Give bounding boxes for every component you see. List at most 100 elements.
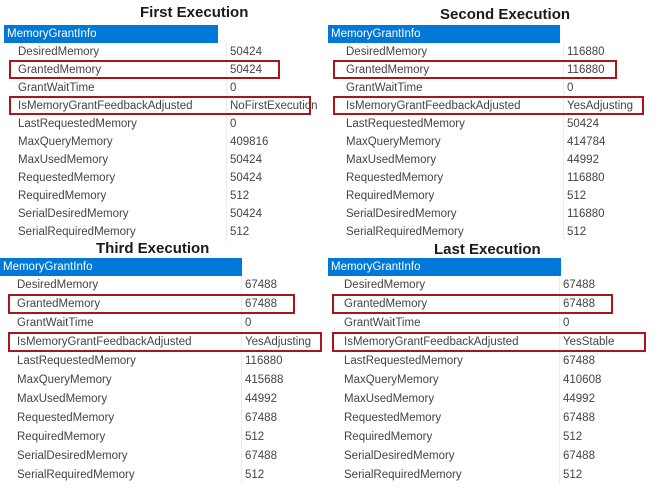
property-name: SerialDesiredMemory xyxy=(17,450,128,462)
panel-title-third: Third Execution xyxy=(96,240,210,257)
property-row-serial-desired-memory[interactable]: SerialDesiredMemory 67488 xyxy=(0,447,324,466)
property-name: DesiredMemory xyxy=(18,46,100,58)
property-value: 67488 xyxy=(559,295,652,314)
property-value: 409816 xyxy=(226,133,324,151)
property-row-desired-memory[interactable]: DesiredMemory 67488 xyxy=(0,276,324,295)
property-row-desired-memory[interactable]: DesiredMemory 50424 xyxy=(4,43,324,61)
property-row-desired-memory[interactable]: DesiredMemory 67488 xyxy=(328,276,652,295)
property-row-grant-wait-time[interactable]: GrantWaitTime 0 xyxy=(4,79,324,97)
property-row-required-memory[interactable]: RequiredMemory 512 xyxy=(328,428,652,447)
property-row-max-used-memory[interactable]: MaxUsedMemory 44992 xyxy=(328,151,648,169)
property-row-granted-memory[interactable]: GrantedMemory 67488 xyxy=(0,295,324,314)
property-name: RequiredMemory xyxy=(18,190,107,202)
property-value: 512 xyxy=(559,428,652,447)
property-name: IsMemoryGrantFeedbackAdjusted xyxy=(346,100,521,112)
property-row-max-query-memory[interactable]: MaxQueryMemory 415688 xyxy=(0,371,324,390)
property-row-requested-memory[interactable]: RequestedMemory 67488 xyxy=(0,409,324,428)
property-name: GrantedMemory xyxy=(344,298,428,310)
property-row-granted-memory[interactable]: GrantedMemory 67488 xyxy=(328,295,652,314)
property-value: 67488 xyxy=(241,447,324,466)
property-value: 67488 xyxy=(559,447,652,466)
property-value: 410608 xyxy=(559,371,652,390)
property-name: IsMemoryGrantFeedbackAdjusted xyxy=(18,100,193,112)
panel-header: MemoryGrantInfo xyxy=(328,25,560,43)
property-value: 512 xyxy=(226,223,324,241)
property-value: 67488 xyxy=(559,352,652,371)
property-value: NoFirstExecution xyxy=(226,97,324,115)
property-row-serial-required-memory[interactable]: SerialRequiredMemory 512 xyxy=(4,223,324,241)
property-row-max-query-memory[interactable]: MaxQueryMemory 410608 xyxy=(328,371,652,390)
property-name: RequestedMemory xyxy=(346,172,444,184)
property-name: LastRequestedMemory xyxy=(18,118,137,130)
property-name: MaxUsedMemory xyxy=(18,154,109,166)
property-value: 512 xyxy=(241,428,324,447)
property-value: YesStable xyxy=(559,333,652,352)
property-name: MaxQueryMemory xyxy=(18,136,113,148)
property-row-serial-required-memory[interactable]: SerialRequiredMemory 512 xyxy=(0,466,324,485)
property-value: 50424 xyxy=(226,205,324,223)
property-row-serial-desired-memory[interactable]: SerialDesiredMemory 50424 xyxy=(4,205,324,223)
property-name: SerialRequiredMemory xyxy=(18,226,136,238)
property-row-max-query-memory[interactable]: MaxQueryMemory 409816 xyxy=(4,133,324,151)
property-value: 512 xyxy=(241,466,324,485)
property-row-granted-memory[interactable]: GrantedMemory 50424 xyxy=(4,61,324,79)
property-row-serial-desired-memory[interactable]: SerialDesiredMemory 116880 xyxy=(328,205,648,223)
property-row-last-requested-memory[interactable]: LastRequestedMemory 50424 xyxy=(328,115,648,133)
property-value: 67488 xyxy=(241,276,324,295)
property-row-granted-memory[interactable]: GrantedMemory 116880 xyxy=(328,61,648,79)
property-value: 67488 xyxy=(241,295,324,314)
property-row-grant-wait-time[interactable]: GrantWaitTime 0 xyxy=(328,314,652,333)
property-value: 44992 xyxy=(563,151,648,169)
property-row-requested-memory[interactable]: RequestedMemory 116880 xyxy=(328,169,648,187)
property-row-is-memory-grant-feedback-adjusted[interactable]: IsMemoryGrantFeedbackAdjusted YesAdjustin… xyxy=(0,333,324,352)
property-name: SerialDesiredMemory xyxy=(344,450,455,462)
property-row-is-memory-grant-feedback-adjusted[interactable]: IsMemoryGrantFeedbackAdjusted YesAdjustin… xyxy=(328,97,648,115)
property-value: 0 xyxy=(559,314,652,333)
property-value: 44992 xyxy=(241,390,324,409)
property-row-last-requested-memory[interactable]: LastRequestedMemory 116880 xyxy=(0,352,324,371)
property-name: MaxUsedMemory xyxy=(344,393,435,405)
property-row-last-requested-memory[interactable]: LastRequestedMemory 0 xyxy=(4,115,324,133)
property-row-requested-memory[interactable]: RequestedMemory 67488 xyxy=(328,409,652,428)
property-row-required-memory[interactable]: RequiredMemory 512 xyxy=(4,187,324,205)
property-row-max-used-memory[interactable]: MaxUsedMemory 44992 xyxy=(0,390,324,409)
property-row-max-used-memory[interactable]: MaxUsedMemory 50424 xyxy=(4,151,324,169)
property-value: 0 xyxy=(241,314,324,333)
property-name: RequiredMemory xyxy=(17,431,106,443)
property-value: 67488 xyxy=(559,276,652,295)
property-name: RequestedMemory xyxy=(17,412,115,424)
property-row-grant-wait-time[interactable]: GrantWaitTime 0 xyxy=(328,79,648,97)
panel-header: MemoryGrantInfo xyxy=(328,258,561,276)
property-row-max-used-memory[interactable]: MaxUsedMemory 44992 xyxy=(328,390,652,409)
property-name: MaxQueryMemory xyxy=(346,136,441,148)
property-value: 116880 xyxy=(563,61,648,79)
property-name: DesiredMemory xyxy=(344,279,426,291)
property-row-grant-wait-time[interactable]: GrantWaitTime 0 xyxy=(0,314,324,333)
memory-grant-panel-third: MemoryGrantInfo DesiredMemory 67488 Granted… xyxy=(0,258,324,486)
property-row-last-requested-memory[interactable]: LastRequestedMemory 67488 xyxy=(328,352,652,371)
property-value: 116880 xyxy=(241,352,324,371)
property-name: GrantedMemory xyxy=(17,298,101,310)
property-row-required-memory[interactable]: RequiredMemory 512 xyxy=(328,187,648,205)
property-name: MaxQueryMemory xyxy=(344,374,439,386)
panel-header: MemoryGrantInfo xyxy=(4,25,218,43)
property-value: 414784 xyxy=(563,133,648,151)
property-name: LastRequestedMemory xyxy=(346,118,465,130)
property-row-is-memory-grant-feedback-adjusted[interactable]: IsMemoryGrantFeedbackAdjusted YesStable xyxy=(328,333,652,352)
property-row-max-query-memory[interactable]: MaxQueryMemory 414784 xyxy=(328,133,648,151)
memory-grant-panel-first: MemoryGrantInfo DesiredMemory 50424 Granted… xyxy=(4,25,324,241)
property-row-serial-desired-memory[interactable]: SerialDesiredMemory 67488 xyxy=(328,447,652,466)
panel-title-first: First Execution xyxy=(140,4,249,21)
property-row-requested-memory[interactable]: RequestedMemory 50424 xyxy=(4,169,324,187)
property-row-serial-required-memory[interactable]: SerialRequiredMemory 512 xyxy=(328,466,652,485)
property-value: 512 xyxy=(563,223,648,241)
property-name: GrantWaitTime xyxy=(344,317,421,329)
property-row-is-memory-grant-feedback-adjusted[interactable]: IsMemoryGrantFeedbackAdjusted NoFirstExec… xyxy=(4,97,324,115)
property-name: RequestedMemory xyxy=(18,172,116,184)
property-value: 67488 xyxy=(559,409,652,428)
property-row-serial-required-memory[interactable]: SerialRequiredMemory 512 xyxy=(328,223,648,241)
property-name: MaxQueryMemory xyxy=(17,374,112,386)
property-name: SerialDesiredMemory xyxy=(346,208,457,220)
property-row-desired-memory[interactable]: DesiredMemory 116880 xyxy=(328,43,648,61)
property-row-required-memory[interactable]: RequiredMemory 512 xyxy=(0,428,324,447)
